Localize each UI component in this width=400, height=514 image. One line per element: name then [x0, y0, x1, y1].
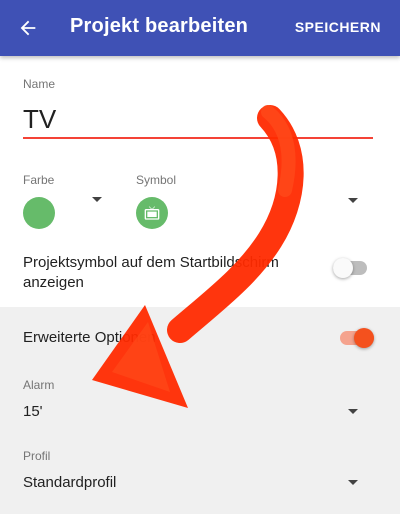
name-input[interactable]: TV [23, 104, 56, 135]
app-bar: Projekt bearbeiten SPEICHERN [0, 0, 400, 56]
advanced-toggle-thumb [354, 328, 374, 348]
symbol-dropdown-arrow-icon[interactable] [348, 198, 358, 203]
advanced-options-label: Erweiterte Optionen [23, 329, 156, 346]
profile-select[interactable]: Standardprofil [23, 473, 116, 493]
symbol-label: Symbol [136, 173, 177, 187]
name-input-underline [23, 137, 373, 139]
profile-label: Profil [23, 449, 51, 463]
save-button[interactable]: SPEICHERN [295, 19, 381, 35]
back-button[interactable] [12, 12, 44, 44]
alarm-select[interactable]: 15' [23, 402, 43, 422]
page-title: Projekt bearbeiten [70, 15, 249, 37]
name-label: Name [23, 77, 56, 91]
color-label: Farbe [23, 173, 55, 187]
homescreen-label: Projektsymbol auf dem Startbildschirm an… [23, 254, 279, 291]
homescreen-toggle-thumb [333, 258, 353, 278]
tv-icon [144, 206, 160, 220]
alarm-label: Alarm [23, 378, 55, 392]
arrow-left-icon [20, 20, 36, 36]
alarm-dropdown-arrow-icon[interactable] [348, 409, 358, 414]
profile-dropdown-arrow-icon[interactable] [348, 480, 358, 485]
color-dropdown-arrow-icon[interactable] [92, 197, 102, 202]
color-swatch[interactable] [23, 197, 55, 229]
symbol-picker[interactable] [136, 197, 168, 229]
